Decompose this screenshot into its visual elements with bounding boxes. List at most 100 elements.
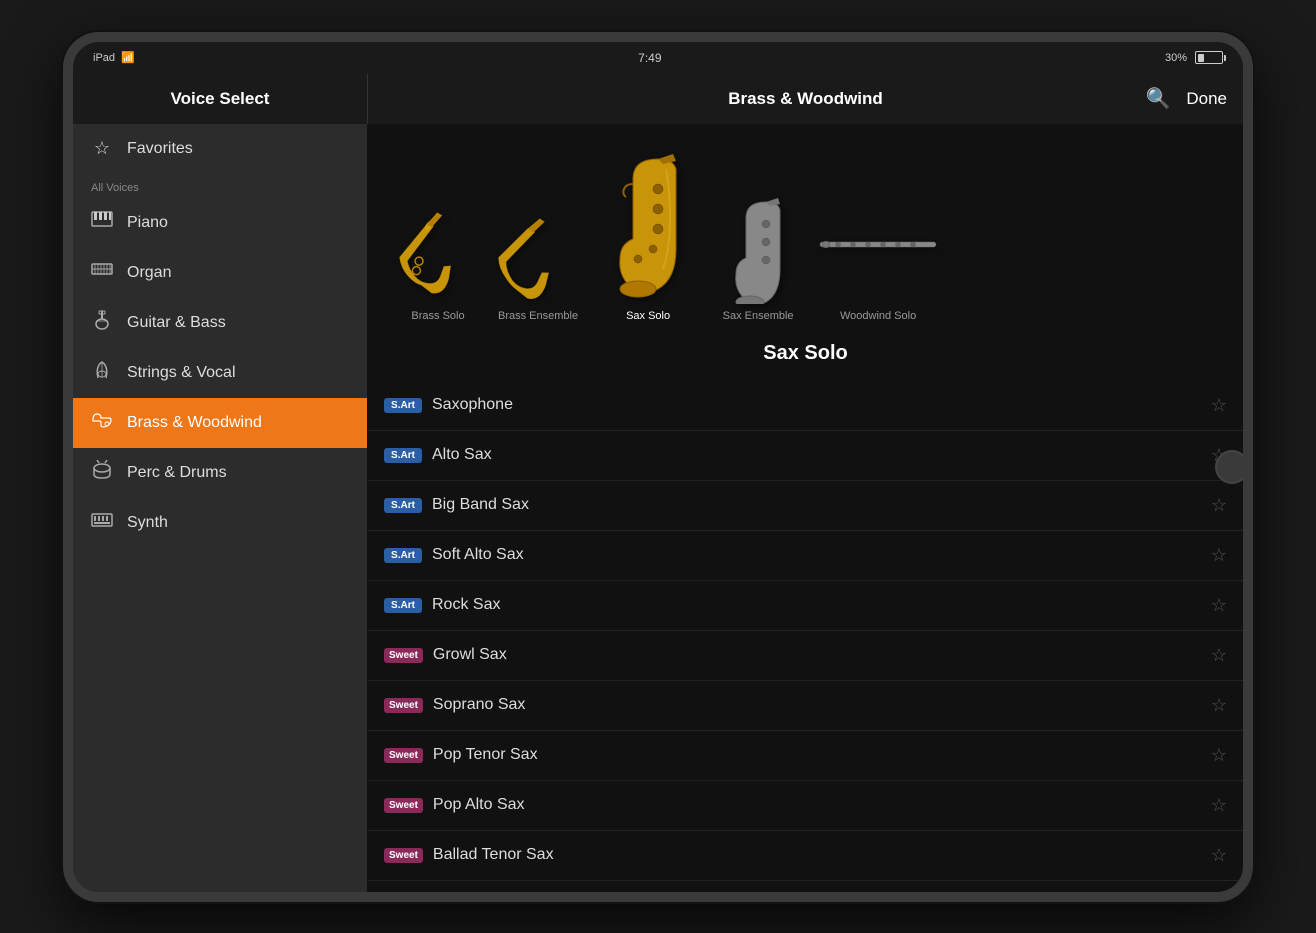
favorite-star[interactable]: ☆ <box>1211 795 1227 816</box>
voice-name: Soft Alto Sax <box>432 546 1201 564</box>
selected-instrument-title: Sax Solo <box>368 332 1243 381</box>
sidebar-item-guitar-bass[interactable]: Guitar & Bass <box>73 298 367 348</box>
home-button[interactable] <box>1215 450 1249 484</box>
status-right: 30% <box>1165 51 1223 64</box>
sidebar-item-brass-woodwind[interactable]: Brass & Woodwind <box>73 398 367 448</box>
favorite-star[interactable]: ☆ <box>1211 695 1227 716</box>
carousel-brass-solo[interactable]: Brass Solo <box>398 184 478 322</box>
voice-badge: Sweet <box>384 698 423 713</box>
guitar-icon <box>91 310 113 335</box>
voice-badge: S.Art <box>384 498 422 513</box>
voice-name: Pop Alto Sax <box>433 796 1201 814</box>
voice-name: Saxophone <box>432 396 1201 414</box>
carousel-sax-solo[interactable]: Sax Solo <box>598 144 698 322</box>
sax-ensemble-label: Sax Ensemble <box>723 310 794 322</box>
voice-badge: S.Art <box>384 398 422 413</box>
voice-name: Ballad Tenor Sax <box>433 846 1201 864</box>
favorite-star[interactable]: ☆ <box>1211 645 1227 666</box>
sidebar-item-perc-drums[interactable]: Perc & Drums <box>73 448 367 498</box>
woodwind-solo-label: Woodwind Solo <box>840 310 916 322</box>
voice-item[interactable]: Sweet Pop Tenor Sax ☆ <box>368 731 1243 781</box>
voice-name: Alto Sax <box>432 446 1201 464</box>
organ-label: Organ <box>127 264 171 282</box>
status-time: 7:49 <box>638 51 661 65</box>
voice-item[interactable]: Sweet Growl Sax ☆ <box>368 631 1243 681</box>
favorite-star[interactable]: ☆ <box>1211 595 1227 616</box>
voice-item[interactable]: Sweet Soprano Sax ☆ <box>368 681 1243 731</box>
guitar-bass-label: Guitar & Bass <box>127 314 226 332</box>
main-panel: Brass Solo <box>368 124 1243 892</box>
drums-icon <box>91 460 113 485</box>
voice-name: Pop Tenor Sax <box>433 746 1201 764</box>
voice-name: Soprano Sax <box>433 696 1201 714</box>
voice-name: Big Band Sax <box>432 496 1201 514</box>
done-button[interactable]: Done <box>1186 89 1227 109</box>
carousel-woodwind-solo[interactable]: Woodwind Solo <box>818 184 938 322</box>
status-left: iPad 📶 <box>93 51 135 64</box>
voice-name: Rock Sax <box>432 596 1201 614</box>
voice-item[interactable]: Sweet Pop Alto Sax ☆ <box>368 781 1243 831</box>
favorite-star[interactable]: ☆ <box>1211 745 1227 766</box>
carousel-brass-ensemble[interactable]: Brass Ensemble <box>498 184 578 322</box>
favorites-label: Favorites <box>127 140 193 158</box>
voice-name: Growl Sax <box>433 646 1201 664</box>
sax-solo-label: Sax Solo <box>626 310 670 322</box>
piano-label: Piano <box>127 214 168 232</box>
voice-badge: Sweet <box>384 798 423 813</box>
status-bar: iPad 📶 7:49 30% <box>73 42 1243 74</box>
synth-icon <box>91 511 113 534</box>
ipad-frame: iPad 📶 7:49 30% Voice Select Brass & Woo… <box>63 32 1253 902</box>
sidebar-item-organ[interactable]: Organ <box>73 248 367 298</box>
voice-badge: S.Art <box>384 548 422 563</box>
voice-badge: Sweet <box>384 748 423 763</box>
battery-pct-label: 30% <box>1165 52 1187 64</box>
voice-item[interactable]: S.Art Alto Sax ☆ <box>368 431 1243 481</box>
all-voices-label: All Voices <box>73 174 367 198</box>
voice-list: S.Art Saxophone ☆ S.Art Alto Sax ☆ S.Art… <box>368 381 1243 892</box>
piano-icon <box>91 211 113 234</box>
carousel-sax-ensemble[interactable]: Sax Ensemble <box>718 184 798 322</box>
voice-badge: S.Art <box>384 598 422 613</box>
brass-woodwind-label: Brass & Woodwind <box>127 414 262 432</box>
ipad-screen: iPad 📶 7:49 30% Voice Select Brass & Woo… <box>73 42 1243 892</box>
wifi-icon: 📶 <box>121 51 135 64</box>
sidebar-title: Voice Select <box>171 89 270 109</box>
content-area: ☆ Favorites All Voices <box>73 124 1243 892</box>
device-label: iPad <box>93 52 115 64</box>
voice-item[interactable]: Sweet Breathy Tenor Sax ☆ <box>368 881 1243 892</box>
favorite-star[interactable]: ☆ <box>1211 395 1227 416</box>
sidebar-header: Voice Select <box>73 74 368 124</box>
battery-fill <box>1198 54 1205 62</box>
header-actions: 🔍 Done <box>1145 86 1227 111</box>
voice-item[interactable]: S.Art Rock Sax ☆ <box>368 581 1243 631</box>
sidebar-item-synth[interactable]: Synth <box>73 498 367 548</box>
brass-ensemble-label: Brass Ensemble <box>498 310 578 322</box>
favorite-star[interactable]: ☆ <box>1211 495 1227 516</box>
title-bar: Voice Select Brass & Woodwind 🔍 Done <box>73 74 1243 124</box>
voice-item[interactable]: S.Art Soft Alto Sax ☆ <box>368 531 1243 581</box>
voice-item[interactable]: Sweet Ballad Tenor Sax ☆ <box>368 831 1243 881</box>
brass-icon <box>91 410 113 435</box>
perc-drums-label: Perc & Drums <box>127 464 227 482</box>
search-button[interactable]: 🔍 <box>1145 86 1170 111</box>
favorites-icon: ☆ <box>91 138 113 159</box>
synth-label: Synth <box>127 514 168 532</box>
voice-badge: S.Art <box>384 448 422 463</box>
strings-vocal-label: Strings & Vocal <box>127 364 236 382</box>
main-header: Brass & Woodwind 🔍 Done <box>368 74 1243 124</box>
voice-item[interactable]: S.Art Big Band Sax ☆ <box>368 481 1243 531</box>
voice-badge: Sweet <box>384 848 423 863</box>
sidebar-item-strings-vocal[interactable]: Strings & Vocal <box>73 348 367 398</box>
voice-badge: Sweet <box>384 648 423 663</box>
sidebar-item-favorites[interactable]: ☆ Favorites <box>73 124 367 174</box>
favorite-star[interactable]: ☆ <box>1211 545 1227 566</box>
main-title: Brass & Woodwind <box>728 89 883 109</box>
brass-solo-label: Brass Solo <box>411 310 464 322</box>
organ-icon <box>91 261 113 284</box>
favorite-star[interactable]: ☆ <box>1211 845 1227 866</box>
voice-item[interactable]: S.Art Saxophone ☆ <box>368 381 1243 431</box>
battery-icon <box>1195 51 1223 64</box>
sidebar: ☆ Favorites All Voices <box>73 124 368 892</box>
instrument-carousel: Brass Solo <box>368 124 1243 332</box>
sidebar-item-piano[interactable]: Piano <box>73 198 367 248</box>
